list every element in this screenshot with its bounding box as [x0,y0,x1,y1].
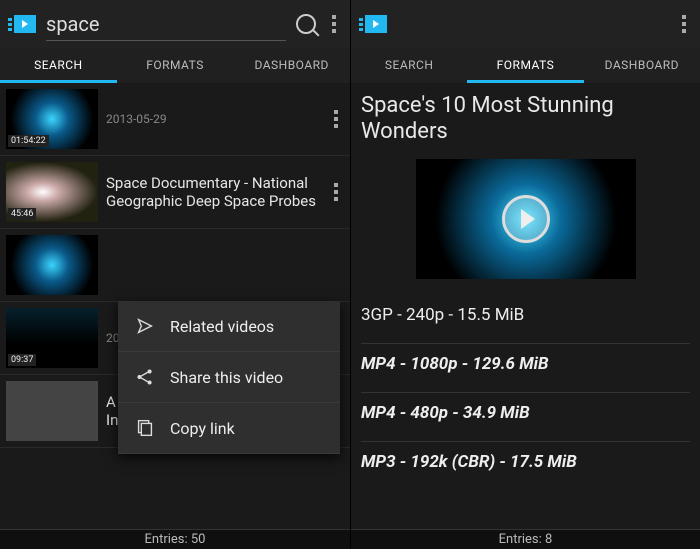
copy-icon [134,417,156,439]
duration-badge: 01:54:22 [8,135,49,147]
date-label: 2013-05-29 [106,112,320,126]
header: space [0,0,350,48]
video-thumbnail [6,235,98,295]
format-option[interactable]: MP4 - 1080p - 129.6 MiB [361,343,690,384]
video-title: Space's 10 Most Stunning Wonders [361,89,690,151]
format-option[interactable]: MP3 - 192k (CBR) - 17.5 MiB [361,441,690,482]
format-option[interactable]: MP4 - 480p - 34.9 MiB [361,392,690,433]
menu-copy-link[interactable]: Copy link [118,403,340,454]
related-icon [134,315,156,337]
menu-share-video[interactable]: Share this video [118,352,340,403]
search-icon[interactable] [296,14,316,34]
tab-dashboard[interactable]: DASHBOARD [584,48,700,83]
overflow-icon[interactable] [676,9,692,39]
tabs: SEARCH FORMATS DASHBOARD [0,48,350,83]
app-icon[interactable] [8,15,36,33]
search-input[interactable]: space [46,8,286,41]
header [351,0,700,48]
video-thumbnail: 45:46 [6,162,98,222]
video-preview[interactable] [416,159,636,279]
video-thumbnail: 09:37 [6,308,98,368]
footer-entries: Entries: 50 [0,529,350,549]
item-overflow-icon[interactable] [328,104,344,134]
menu-related-videos[interactable]: Related videos [118,301,340,352]
screen-search: space SEARCH FORMATS DASHBOARD 01:54:22 … [0,0,350,549]
context-menu: Related videos Share this video Copy lin… [118,301,340,454]
tab-search[interactable]: SEARCH [0,48,117,83]
list-item[interactable] [0,229,350,302]
video-thumbnail [6,381,98,441]
tab-formats[interactable]: FORMATS [467,48,583,83]
result-list: 01:54:22 2013-05-29 45:46 Space Document… [0,83,350,529]
play-icon [502,195,550,243]
duration-badge: 09:37 [8,354,36,366]
tab-search[interactable]: SEARCH [351,48,467,83]
tabs: SEARCH FORMATS DASHBOARD [351,48,700,83]
video-title: Space Documentary - National Geographic … [106,174,320,210]
format-option[interactable]: 3GP - 240p - 15.5 MiB [361,295,690,335]
screen-formats: SEARCH FORMATS DASHBOARD Space's 10 Most… [350,0,700,549]
duration-badge: 45:46 [8,208,36,220]
list-item[interactable]: 01:54:22 2013-05-29 [0,83,350,156]
tab-formats[interactable]: FORMATS [117,48,234,83]
app-icon[interactable] [359,15,387,33]
list-item[interactable]: 45:46 Space Documentary - National Geogr… [0,156,350,229]
format-detail: Space's 10 Most Stunning Wonders 3GP - 2… [351,83,700,529]
overflow-icon[interactable] [326,9,342,39]
footer-entries: Entries: 8 [351,529,700,549]
video-thumbnail: 01:54:22 [6,89,98,149]
share-icon [134,366,156,388]
tab-dashboard[interactable]: DASHBOARD [233,48,350,83]
item-overflow-icon[interactable] [328,177,344,207]
